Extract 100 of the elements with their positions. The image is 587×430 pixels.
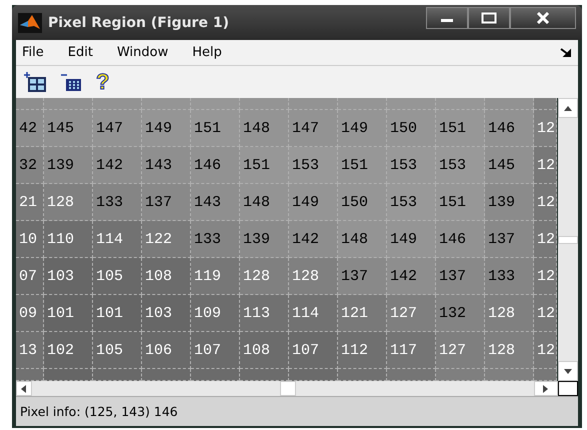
table-cell: 148 — [338, 221, 387, 258]
table-cell: 101 — [93, 295, 142, 332]
table-cell — [44, 98, 93, 110]
table-cell: 151 — [436, 184, 485, 221]
table-cell: 137 — [436, 258, 485, 295]
table-cell — [436, 369, 485, 381]
table-cell: 147 — [289, 110, 338, 147]
table-cell: 105 — [93, 258, 142, 295]
table-cell: 122 — [142, 221, 191, 258]
table-cell: 146 — [485, 110, 534, 147]
table-cell: 42 — [16, 110, 44, 147]
table-cell — [338, 98, 387, 110]
vertical-scrollbar[interactable] — [558, 98, 578, 396]
table-cell: 128 — [289, 258, 338, 295]
table-cell: 128 — [485, 332, 534, 369]
table-cell — [191, 98, 240, 110]
table-cell: 149 — [387, 221, 436, 258]
table-cell: 12 — [534, 221, 557, 258]
table-cell: 108 — [240, 332, 289, 369]
table-cell: 10 — [16, 221, 44, 258]
table-cell: 150 — [387, 110, 436, 147]
zoom-out-grid-icon[interactable] — [60, 72, 82, 92]
table-cell: 107 — [289, 332, 338, 369]
table-cell: 143 — [191, 184, 240, 221]
maximize-button[interactable] — [468, 7, 510, 29]
table-cell: 113 — [240, 295, 289, 332]
table-cell: 105 — [93, 332, 142, 369]
scroll-thumb[interactable] — [558, 236, 578, 244]
table-cell — [44, 369, 93, 381]
down-arrow-icon[interactable] — [564, 368, 572, 374]
menu-item[interactable]: Help — [192, 45, 222, 60]
table-cell: 146 — [436, 221, 485, 258]
table-cell: 149 — [142, 110, 191, 147]
table-cell: 137 — [338, 258, 387, 295]
table-cell: 108 — [142, 258, 191, 295]
table-cell — [485, 98, 534, 110]
table-cell: 12 — [534, 295, 557, 332]
table-cell — [142, 369, 191, 381]
table-cell: 153 — [436, 147, 485, 184]
table-cell: 142 — [289, 221, 338, 258]
table-cell: 12 — [534, 110, 557, 147]
table-cell — [240, 369, 289, 381]
table-cell — [93, 369, 142, 381]
menu-item[interactable]: File — [22, 45, 44, 60]
window-title: Pixel Region (Figure 1) — [48, 14, 230, 30]
table-cell: 146 — [191, 147, 240, 184]
table-cell — [338, 369, 387, 381]
minimize-button[interactable] — [426, 7, 468, 29]
table-cell: 149 — [338, 110, 387, 147]
table-cell: 114 — [289, 295, 338, 332]
table-cell — [240, 98, 289, 110]
left-arrow-icon[interactable] — [21, 384, 27, 392]
table-cell — [387, 369, 436, 381]
table-cell: 09 — [16, 295, 44, 332]
table-cell: 12 — [534, 258, 557, 295]
table-cell: 12 — [534, 332, 557, 369]
table-cell: 153 — [387, 184, 436, 221]
right-arrow-icon[interactable] — [543, 384, 549, 392]
table-cell: 114 — [93, 221, 142, 258]
table-cell: 142 — [93, 147, 142, 184]
table-cell — [436, 98, 485, 110]
table-cell: 128 — [44, 184, 93, 221]
table-cell: 139 — [240, 221, 289, 258]
table-cell: 12 — [534, 184, 557, 221]
table-cell — [191, 369, 240, 381]
table-cell — [387, 98, 436, 110]
table-cell: 142 — [387, 258, 436, 295]
table-cell: 103 — [142, 295, 191, 332]
maximize-icon — [481, 12, 497, 24]
zoom-in-grid-icon[interactable] — [24, 72, 46, 92]
table-cell — [93, 98, 142, 110]
up-arrow-icon[interactable] — [564, 106, 572, 110]
table-cell: 153 — [387, 147, 436, 184]
table-cell: 110 — [44, 221, 93, 258]
menu-item[interactable]: Window — [116, 45, 168, 60]
table-cell: 21 — [16, 184, 44, 221]
table-cell: 103 — [44, 258, 93, 295]
dock-arrow-icon[interactable] — [560, 48, 572, 58]
table-cell: 128 — [485, 295, 534, 332]
table-cell: 150 — [338, 184, 387, 221]
table-cell: 133 — [485, 258, 534, 295]
table-cell: 151 — [240, 147, 289, 184]
table-cell: 121 — [338, 295, 387, 332]
table-cell: 13 — [16, 332, 44, 369]
table-cell: 137 — [485, 221, 534, 258]
table-cell: 12 — [534, 147, 557, 184]
table-cell: 151 — [191, 110, 240, 147]
table-cell — [142, 98, 191, 110]
table-cell: 148 — [240, 184, 289, 221]
app-logo-icon — [18, 12, 42, 32]
menu-item[interactable]: Edit — [68, 45, 93, 60]
status-text: Pixel info: (125, 143) 146 — [20, 404, 178, 419]
table-cell: 119 — [191, 258, 240, 295]
horizontal-scrollbar[interactable] — [16, 381, 558, 396]
table-cell: 151 — [338, 147, 387, 184]
table-cell: 127 — [387, 295, 436, 332]
scroll-thumb[interactable] — [280, 381, 296, 396]
table-cell: 128 — [240, 258, 289, 295]
table-cell: 109 — [191, 295, 240, 332]
close-button[interactable] — [510, 7, 576, 29]
